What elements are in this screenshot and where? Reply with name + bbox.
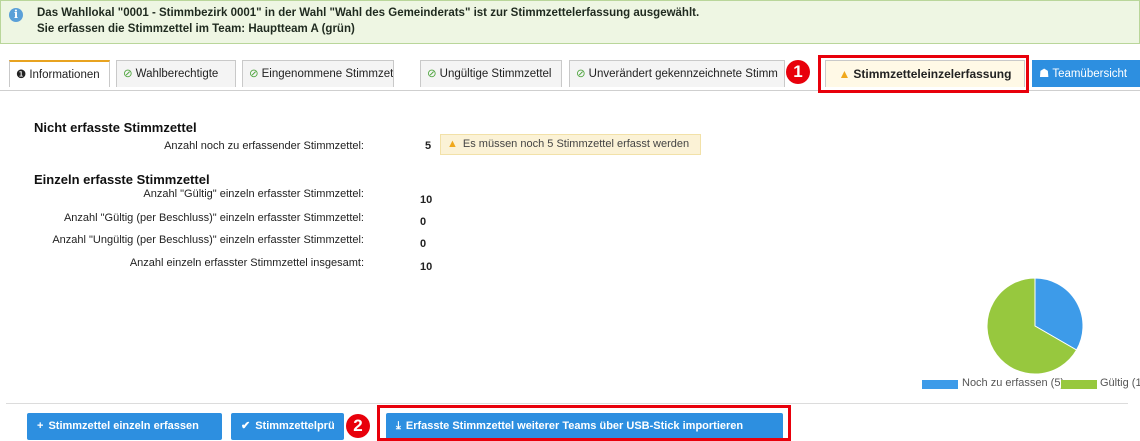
check-circle-icon: ⊘ [249,68,259,80]
row-value: 10 [420,194,433,206]
annotation-marker-1: 1 [786,60,810,84]
row-label: Anzahl einzeln erfasster Stimmzettel ins… [129,257,364,269]
tab-label: Teamübersicht [1052,68,1128,80]
highlight-box-1 [818,55,1029,93]
row-label: Anzahl "Ungültig (per Beschluss)" einzel… [52,234,364,246]
selection-banner: i Das Wahllokal "0001 - Stimmbezirk 0001… [0,0,1140,44]
row-value: 0 [420,216,427,228]
row-label: Anzahl "Gültig (per Beschluss)" einzeln … [63,212,364,224]
legend-swatch-gueltig [1061,380,1097,389]
banner-line-1: Das Wahllokal "0001 - Stimmbezirk 0001" … [37,7,700,19]
tab-unveraendert-gekennzeichnete[interactable]: ⊘ Unverändert gekennzeichnete Stimm [569,60,785,87]
plus-icon: + [37,420,44,432]
tab-teamuebersicht[interactable]: ☗ Teamübersicht [1032,60,1140,87]
check-icon: ✔ [241,420,251,432]
annotation-marker-2: 2 [346,414,370,438]
row-label: Anzahl "Gültig" einzeln erfasster Stimmz… [143,188,364,200]
tab-label: Unverändert gekennzeichnete Stimm [588,68,778,80]
warning-icon: ▲ [447,138,458,150]
add-single-ballot-button[interactable]: + Stimmzettel einzeln erfassen [27,413,222,440]
tab-informationen[interactable]: ❶ Informationen [9,60,110,87]
tab-label: Informationen [29,69,100,81]
tab-wahlberechtigte[interactable]: ⊘ Wahlberechtigte [116,60,236,87]
check-circle-icon: ⊘ [427,68,437,80]
highlight-box-2 [377,405,791,441]
tab-ungueltige-stimmzettel[interactable]: ⊘ Ungültige Stimmzettel [420,60,562,87]
section-title-single: Einzeln erfasste Stimmzettel [34,172,210,187]
row-value: 5 [425,140,432,152]
legend-label-noch: Noch zu erfassen (5) [962,377,1065,389]
row-value: 10 [420,261,433,273]
button-label: Stimmzettel einzeln erfassen [48,420,199,432]
button-label: Stimmzettelprü [255,420,335,432]
divider [6,403,1128,404]
check-circle-icon: ⊘ [123,68,133,80]
section-title-not-captured: Nicht erfasste Stimmzettel [34,120,197,135]
row-value: 0 [420,238,427,250]
warning-text: Es müssen noch 5 Stimmzettel erfasst wer… [462,138,690,150]
legend-label-gueltig: Gültig (10 [1100,377,1140,389]
users-icon: ☗ [1039,68,1050,80]
check-ballots-button[interactable]: ✔ Stimmzettelprü [231,413,344,440]
pie-chart [986,277,1084,375]
info-circle-icon: ❶ [16,69,27,81]
tab-label: Eingenommene Stimmzettel [261,68,394,80]
tab-eingenommene-stimmzettel[interactable]: ⊘ Eingenommene Stimmzettel [242,60,394,87]
tab-label: Ungültige Stimmzettel [439,68,552,80]
check-circle-icon: ⊘ [576,68,586,80]
legend-swatch-noch [922,380,958,389]
warning-alert: ▲ Es müssen noch 5 Stimmzettel erfasst we… [440,134,701,155]
info-icon: i [9,8,23,22]
row-label: Anzahl noch zu erfassender Stimmzettel: [164,140,364,152]
banner-line-2: Sie erfassen die Stimmzettel im Team: Ha… [37,23,355,35]
tab-label: Wahlberechtigte [135,68,219,80]
